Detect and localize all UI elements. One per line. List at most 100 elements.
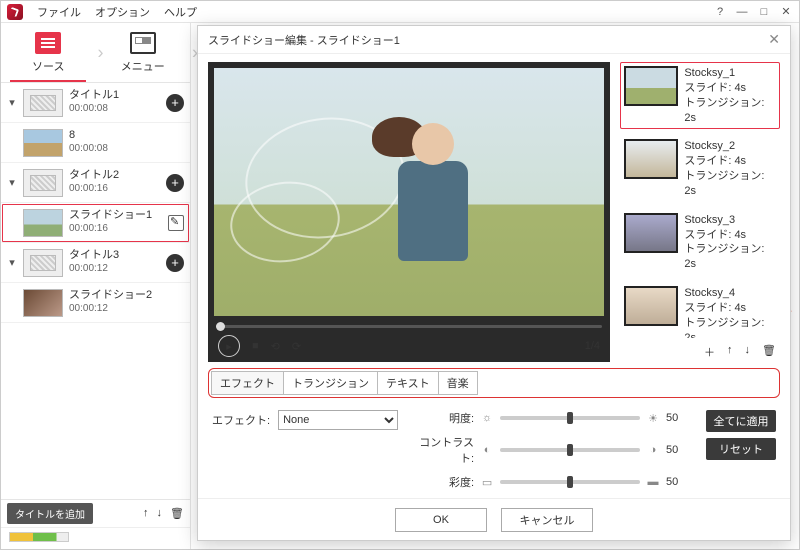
rotate-right-icon[interactable]: ⟳ xyxy=(292,340,301,353)
saturation-label: 彩度: xyxy=(414,474,474,490)
menu-help[interactable]: ヘルプ xyxy=(164,4,197,20)
slide-thumb xyxy=(624,66,678,106)
source-row[interactable]: ▾タイトル100:00:08+ xyxy=(1,83,190,123)
brightness-slider[interactable] xyxy=(500,416,640,420)
menu-option[interactable]: オプション xyxy=(95,4,150,20)
thumbnail xyxy=(23,249,63,277)
add-slide-icon[interactable]: ＋ xyxy=(704,344,715,360)
thumbnail xyxy=(23,209,63,237)
preview-pane: ▸ ■ ⟲ ⟳ 1/4 xyxy=(208,62,610,362)
add-title-button[interactable]: タイトルを追加 xyxy=(7,503,93,524)
help-icon[interactable]: ? xyxy=(713,5,727,19)
slide-item[interactable]: Stocksy_1スライド: 4sトランジション: 2s xyxy=(620,62,780,129)
close-icon[interactable]: ✕ xyxy=(779,5,793,19)
slide-up-icon[interactable]: ↑ xyxy=(727,344,733,360)
tab-music[interactable]: 音楽 xyxy=(438,371,478,395)
slide-down-icon[interactable]: ↓ xyxy=(745,344,751,360)
slide-item[interactable]: Stocksy_4スライド: 4sトランジション: 2s xyxy=(620,282,780,338)
slide-list: Stocksy_1スライド: 4sトランジション: 2sStocksy_2スライ… xyxy=(620,62,780,338)
source-row[interactable]: 800:00:08 xyxy=(1,123,190,163)
source-row[interactable]: ▾ タイトル200:00:16 + xyxy=(1,163,190,203)
slide-dur: スライド: 4s xyxy=(684,228,776,243)
app-logo xyxy=(7,4,23,20)
saturation-value: 50 xyxy=(666,476,690,488)
list-toolbar: タイトルを追加 ↑ ↓ 🗑 xyxy=(1,499,190,527)
slide-delete-icon[interactable]: 🗑 xyxy=(762,344,776,360)
disclosure-icon[interactable]: ▾ xyxy=(7,256,17,269)
thumbnail xyxy=(23,129,63,157)
maximize-icon[interactable]: □ xyxy=(757,5,771,19)
menu-file[interactable]: ファイル xyxy=(37,4,81,20)
slide-name: Stocksy_3 xyxy=(684,213,776,228)
saturation-slider[interactable] xyxy=(500,480,640,484)
brightness-low-icon: ☼ xyxy=(480,412,494,424)
disclosure-icon[interactable]: ▾ xyxy=(7,176,17,189)
item-duration: 00:00:08 xyxy=(69,143,108,156)
contrast-low-icon: ◐ xyxy=(480,444,494,456)
dialog-close-icon[interactable]: ✕ xyxy=(768,31,780,48)
add-clip-button[interactable]: + xyxy=(166,174,184,192)
preview-image xyxy=(214,68,604,316)
stop-button[interactable]: ■ xyxy=(252,340,259,352)
tab-effect[interactable]: エフェクト xyxy=(211,371,284,395)
thumbnail xyxy=(23,169,63,197)
item-title: スライドショー2 xyxy=(69,289,152,303)
contrast-slider[interactable] xyxy=(500,448,640,452)
contrast-label: コントラスト: xyxy=(414,434,474,466)
slide-name: Stocksy_2 xyxy=(684,139,776,154)
brightness-label: 明度: xyxy=(414,410,474,426)
seek-bar[interactable] xyxy=(208,322,610,330)
menubar: ファイル オプション ヘルプ ? — □ ✕ xyxy=(1,1,799,23)
ok-button[interactable]: OK xyxy=(395,508,487,532)
move-down-icon[interactable]: ↓ xyxy=(157,507,163,520)
item-title: 8 xyxy=(69,129,108,143)
slide-thumb xyxy=(624,213,678,253)
reset-button[interactable]: リセット xyxy=(706,438,776,460)
minimize-icon[interactable]: — xyxy=(735,5,749,19)
tab-menu[interactable]: メニュー › xyxy=(96,23,191,82)
tab-source[interactable]: ソース › xyxy=(1,23,96,82)
source-row[interactable]: スライドショー200:00:12 xyxy=(1,283,190,323)
play-button[interactable]: ▸ xyxy=(218,335,240,357)
slide-dur: スライド: 4s xyxy=(684,81,776,96)
item-title: スライドショー1 xyxy=(69,209,152,223)
item-duration: 00:00:16 xyxy=(69,223,152,236)
rotate-left-icon[interactable]: ⟲ xyxy=(271,340,280,353)
item-title: タイトル3 xyxy=(69,249,119,263)
thumbnail xyxy=(23,289,63,317)
tab-source-label: ソース xyxy=(32,58,64,74)
thumbnail xyxy=(23,89,63,117)
slide-trans: トランジション: 2s xyxy=(684,316,776,338)
apply-all-button[interactable]: 全てに適用 xyxy=(706,410,776,432)
slide-thumb xyxy=(624,286,678,326)
slide-item[interactable]: Stocksy_3スライド: 4sトランジション: 2s xyxy=(620,209,780,276)
effect-select[interactable]: None xyxy=(278,410,398,430)
tab-text[interactable]: テキスト xyxy=(377,371,439,395)
move-up-icon[interactable]: ↑ xyxy=(143,507,149,520)
item-title: タイトル2 xyxy=(69,169,119,183)
dialog-title: スライドショー編集 - スライドショー1 xyxy=(208,32,400,48)
capacity-bar xyxy=(1,527,190,549)
item-duration: 00:00:08 xyxy=(69,103,119,116)
left-panel: ソース › メニュー › ▾タイトル100:00:08+800:00:08▾タイ… xyxy=(1,23,191,549)
slide-item[interactable]: Stocksy_2スライド: 4sトランジション: 2s xyxy=(620,135,780,202)
source-row[interactable]: ▾タイトル300:00:12+ xyxy=(1,243,190,283)
cancel-button[interactable]: キャンセル xyxy=(501,508,593,532)
edit-icon[interactable] xyxy=(168,215,184,231)
add-clip-button[interactable]: + xyxy=(166,94,184,112)
slide-counter: 1/4 xyxy=(585,340,600,352)
saturation-low-icon: ▭ xyxy=(480,476,494,489)
slide-dur: スライド: 4s xyxy=(684,154,776,169)
delete-icon[interactable]: 🗑 xyxy=(170,507,184,520)
menu-icon xyxy=(130,32,156,54)
slide-dur: スライド: 4s xyxy=(684,301,776,316)
source-row[interactable]: スライドショー100:00:16 xyxy=(1,203,190,243)
slideshow-edit-dialog: スライドショー編集 - スライドショー1 ✕ ▸ ■ ⟲ ⟳ 1/4 xyxy=(197,25,791,541)
tab-transition[interactable]: トランジション xyxy=(283,371,378,395)
add-clip-button[interactable]: + xyxy=(166,254,184,272)
source-icon xyxy=(35,32,61,54)
slide-thumb xyxy=(624,139,678,179)
item-duration: 00:00:16 xyxy=(69,183,119,196)
disclosure-icon[interactable]: ▾ xyxy=(7,96,17,109)
slide-trans: トランジション: 2s xyxy=(684,242,776,272)
